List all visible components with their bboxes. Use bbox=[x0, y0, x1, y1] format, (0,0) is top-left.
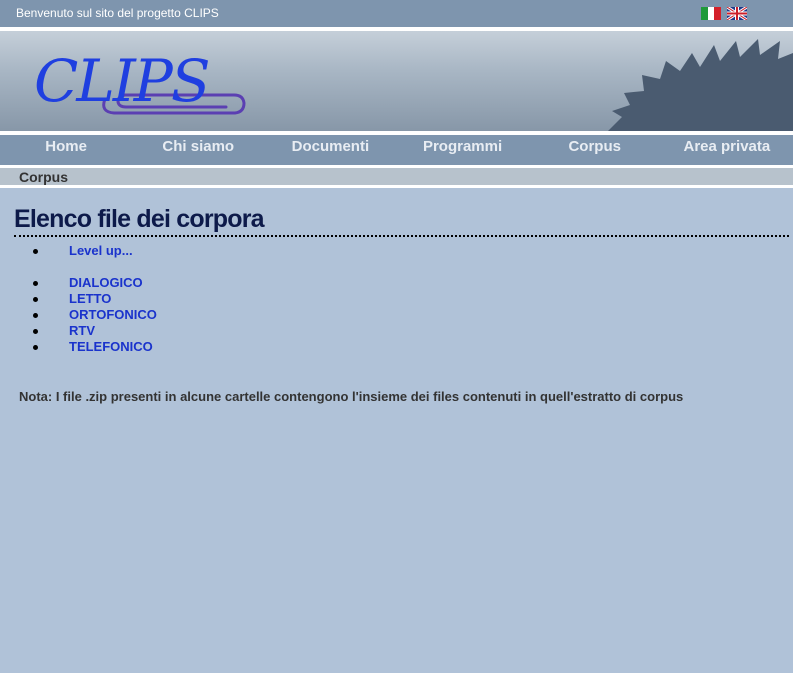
nav-chi-siamo[interactable]: Chi siamo bbox=[132, 135, 264, 165]
bullet-icon bbox=[33, 313, 38, 318]
breadcrumb: Corpus bbox=[0, 168, 793, 185]
folder-link-dialogico[interactable]: DIALOGICO bbox=[69, 275, 143, 291]
bullet-icon bbox=[33, 249, 38, 254]
bullet-icon bbox=[33, 329, 38, 334]
nav-documenti[interactable]: Documenti bbox=[264, 135, 396, 165]
page-title: Elenco file dei corpora bbox=[14, 204, 789, 237]
bullet-icon bbox=[33, 345, 38, 350]
folder-link-letto[interactable]: LETTO bbox=[69, 291, 111, 307]
italian-flag-icon[interactable] bbox=[701, 7, 721, 20]
zip-note: Nota: I file .zip presenti in alcune car… bbox=[19, 389, 684, 404]
uk-flag-icon[interactable] bbox=[727, 7, 747, 20]
bullet-icon bbox=[33, 297, 38, 302]
bullet-icon bbox=[33, 281, 38, 286]
clips-logo[interactable]: CLIPS bbox=[30, 39, 250, 123]
separator bbox=[0, 185, 793, 188]
nav-home[interactable]: Home bbox=[0, 135, 132, 165]
top-bar: Benvenuto sul sito del progetto CLIPS bbox=[0, 0, 793, 27]
logo-text: CLIPS bbox=[34, 47, 209, 115]
main-nav: Home Chi siamo Documenti Programmi Corpu… bbox=[0, 135, 793, 165]
folder-link-telefonico[interactable]: TELEFONICO bbox=[69, 339, 153, 355]
nav-area-privata[interactable]: Area privata bbox=[661, 135, 793, 165]
folder-link-rtv[interactable]: RTV bbox=[69, 323, 95, 339]
site-banner: CLIPS bbox=[0, 31, 793, 131]
nav-programmi[interactable]: Programmi bbox=[396, 135, 528, 165]
gear-decoration bbox=[608, 39, 793, 131]
nav-corpus[interactable]: Corpus bbox=[529, 135, 661, 165]
folder-link-ortofonico[interactable]: ORTOFONICO bbox=[69, 307, 157, 323]
welcome-text: Benvenuto sul sito del progetto CLIPS bbox=[16, 6, 219, 20]
level-up-link[interactable]: Level up... bbox=[69, 243, 133, 259]
breadcrumb-current: Corpus bbox=[19, 169, 68, 185]
